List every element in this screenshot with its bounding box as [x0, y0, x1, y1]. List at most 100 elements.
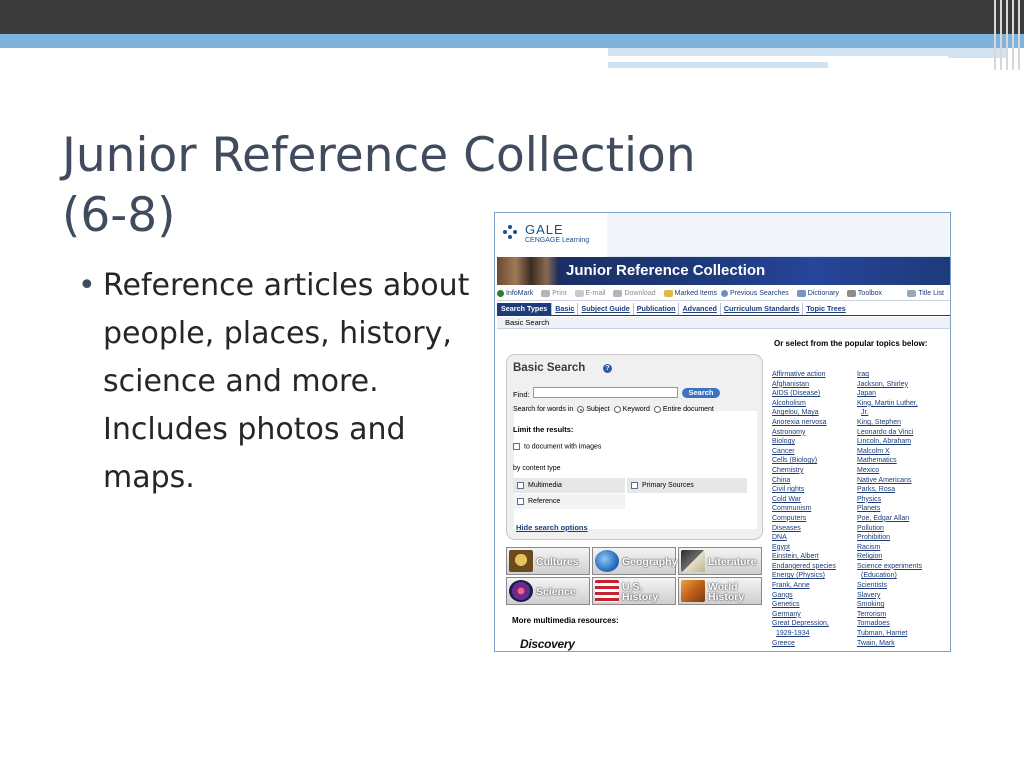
topic-link[interactable]: Chemistry — [772, 466, 857, 476]
tab-basic[interactable]: Basic — [552, 303, 579, 315]
radio-keyword[interactable] — [613, 406, 621, 413]
topic-link[interactable]: Greece — [772, 639, 857, 649]
topic-link[interactable]: Terrorism — [857, 610, 942, 620]
toolbar-dictionary[interactable]: Dictionary — [796, 290, 839, 297]
help-icon[interactable]: ? — [603, 364, 612, 373]
toolbar-toolbox[interactable]: Toolbox — [846, 290, 882, 297]
topic-link[interactable]: Racism — [857, 543, 942, 553]
tab-subject-guide[interactable]: Subject Guide — [578, 303, 634, 315]
toolbar-label: Previous Searches — [730, 290, 789, 297]
topic-link[interactable]: Communism — [772, 504, 857, 514]
images-checkbox[interactable] — [513, 443, 520, 450]
topic-link[interactable]: Mexico — [857, 466, 942, 476]
topic-link[interactable]: Frank, Anne — [772, 581, 857, 591]
flag-icon — [595, 580, 619, 602]
tile-cultures[interactable]: Cultures — [506, 547, 590, 575]
tile-label: Geography — [622, 556, 678, 568]
infomark-icon — [497, 290, 504, 297]
topic-link[interactable]: Poe, Edgar Allan — [857, 514, 942, 524]
discovery-logo[interactable]: Discovery — [520, 637, 575, 651]
topic-link[interactable]: (Education) — [857, 571, 942, 581]
topic-link[interactable]: Afghanistan — [772, 380, 857, 390]
topic-link[interactable]: Iraq — [857, 370, 942, 380]
tools-icon — [846, 290, 856, 297]
reference-checkbox[interactable] — [517, 497, 524, 505]
topic-link[interactable]: Computers — [772, 514, 857, 524]
topic-link[interactable]: Gangs — [772, 591, 857, 601]
topic-link[interactable]: Parks, Rosa — [857, 485, 942, 495]
topic-link[interactable]: Physics — [857, 495, 942, 505]
topic-link[interactable]: Planets — [857, 504, 942, 514]
topic-link[interactable]: 1929-1934 — [772, 629, 857, 639]
tab-curriculum-standards[interactable]: Curriculum Standards — [721, 303, 804, 315]
topic-link[interactable]: Egypt — [772, 543, 857, 553]
toolbar-previous-searches[interactable]: Previous Searches — [721, 290, 789, 297]
search-button[interactable]: Search — [682, 388, 720, 398]
topic-link[interactable]: Angelou, Maya — [772, 408, 857, 418]
tile-geography[interactable]: Geography — [592, 547, 678, 575]
tile-literature[interactable]: Literature — [678, 547, 762, 575]
toolbar-print[interactable]: Print — [541, 290, 567, 297]
topic-link[interactable]: Civil rights — [772, 485, 857, 495]
tab-advanced[interactable]: Advanced — [679, 303, 721, 315]
topic-link[interactable]: Mathematics — [857, 456, 942, 466]
download-icon — [613, 290, 623, 297]
toolbar-download[interactable]: Download — [613, 290, 656, 297]
toolbar-label: Marked Items — [674, 290, 718, 297]
topic-link[interactable]: Twain, Mark — [857, 639, 942, 649]
topic-link[interactable]: Endangered species — [772, 562, 857, 572]
topic-link[interactable]: China — [772, 476, 857, 486]
topic-link[interactable]: Energy (Physics) — [772, 571, 857, 581]
toolbar-infomark[interactable]: InfoMark — [497, 290, 533, 297]
topic-link[interactable]: Cancer — [772, 447, 857, 457]
topic-link[interactable]: Alcoholism — [772, 399, 857, 409]
topic-link[interactable]: Slavery — [857, 591, 942, 601]
find-input[interactable] — [533, 387, 678, 398]
toolbar-marked-items[interactable]: Marked Items — [663, 290, 718, 297]
topic-link[interactable]: Prohibition — [857, 533, 942, 543]
toolbar-email[interactable]: E-mail — [574, 290, 605, 297]
topic-link[interactable]: King, Martin Luther, — [857, 399, 942, 409]
topic-link[interactable]: Affirmative action — [772, 370, 857, 380]
tab-topic-trees[interactable]: Topic Trees — [803, 303, 848, 315]
topic-link[interactable]: DNA — [772, 533, 857, 543]
topic-link[interactable]: Lincoln, Abraham — [857, 437, 942, 447]
toolbar-title-list[interactable]: Title List — [907, 290, 944, 297]
topic-link[interactable]: Leonardo da Vinci — [857, 428, 942, 438]
hide-search-options-link[interactable]: Hide search options — [516, 523, 588, 532]
radio-subject[interactable] — [577, 406, 585, 413]
topic-link[interactable]: Cells (Biology) — [772, 456, 857, 466]
topic-link[interactable]: Germany — [772, 610, 857, 620]
topic-link[interactable]: Cold War — [772, 495, 857, 505]
topic-link[interactable]: Genetics — [772, 600, 857, 610]
topic-link[interactable]: Pollution — [857, 524, 942, 534]
topic-link[interactable]: Native Americans — [857, 476, 942, 486]
primary-sources-checkbox[interactable] — [631, 481, 638, 489]
topic-link[interactable]: Great Depression, — [772, 619, 857, 629]
tile-science[interactable]: Science — [506, 577, 590, 605]
topic-link[interactable]: Biology — [772, 437, 857, 447]
topic-link[interactable]: Smoking — [857, 600, 942, 610]
topic-link[interactable]: Religion — [857, 552, 942, 562]
topic-link[interactable]: King, Stephen — [857, 418, 942, 428]
topic-link[interactable]: AIDS (Disease) — [772, 389, 857, 399]
tile-us-history[interactable]: U.S. History — [592, 577, 676, 605]
topic-link[interactable]: Tornadoes — [857, 619, 942, 629]
topic-link[interactable]: Tubman, Harriet — [857, 629, 942, 639]
tile-world-history[interactable]: World History — [678, 577, 762, 605]
topic-link[interactable]: Anorexia nervosa — [772, 418, 857, 428]
multimedia-checkbox[interactable] — [517, 481, 524, 489]
topic-link[interactable]: Astronomy — [772, 428, 857, 438]
subject-tiles: Cultures Geography Literature Science U.… — [506, 547, 764, 607]
topic-link[interactable]: Diseases — [772, 524, 857, 534]
topic-link[interactable]: Science experiments — [857, 562, 942, 572]
magnifier-icon — [721, 290, 729, 297]
tab-publication[interactable]: Publication — [634, 303, 680, 315]
topic-link[interactable]: Scientists — [857, 581, 942, 591]
radio-entire-document[interactable] — [653, 406, 661, 413]
topic-link[interactable]: Jackson, Shirley — [857, 380, 942, 390]
topic-link[interactable]: Malcolm X — [857, 447, 942, 457]
topic-link[interactable]: Jr. — [857, 408, 942, 418]
topic-link[interactable]: Japan — [857, 389, 942, 399]
topic-link[interactable]: Einstein, Albert — [772, 552, 857, 562]
